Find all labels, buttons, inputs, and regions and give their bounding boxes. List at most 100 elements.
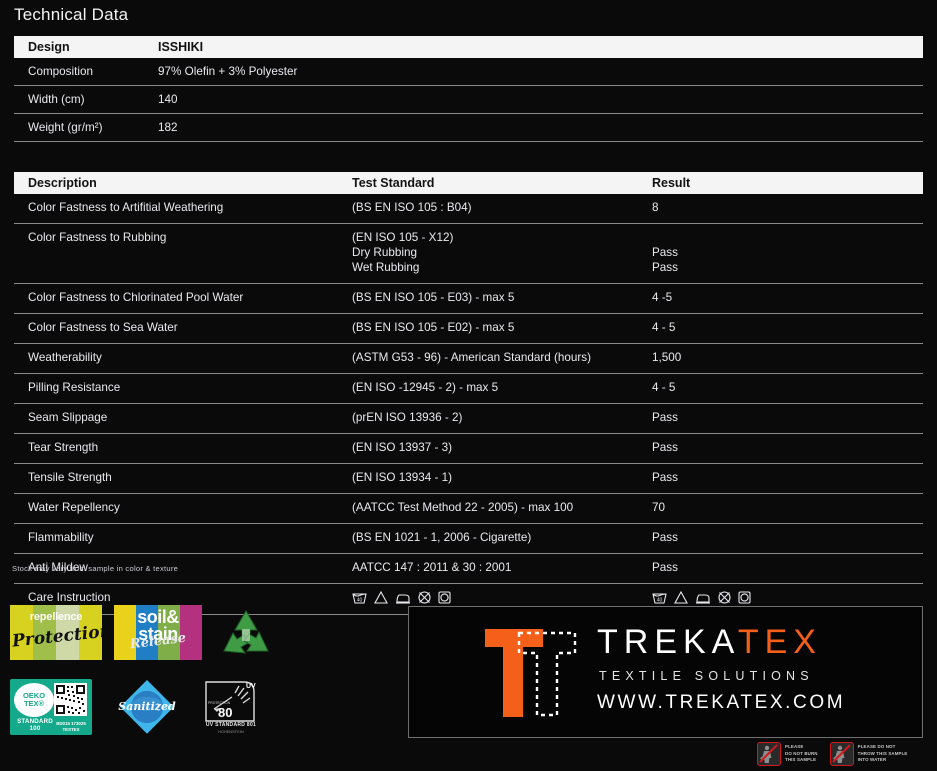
wash-40-icon: 40 [352,591,367,604]
svg-text:Sanitized: Sanitized [118,700,176,713]
test-description: Weatherability [28,350,102,364]
trekatex-logo-mark [481,625,581,721]
test-table-row: Water Repellency (AATCC Test Method 22 - … [14,493,923,524]
test-description: Color Fastness to Chlorinated Pool Water [28,290,244,304]
test-standard: (EN ISO 13934 - 1) [352,470,453,484]
svg-text:40: 40 [657,597,663,603]
test-result: 4 -5 [652,290,673,304]
brand-name-light: TREKA [597,623,738,661]
spec-table-header-row: Design ISSHIKI [14,36,923,58]
test-standard: (EN ISO 105 - X12) Dry Rubbing Wet Rubbi… [352,230,454,274]
do-not-throw-in-water-warning: PLEASE DO NOT THROW THIS SAMPLE INTO WAT… [829,742,908,766]
test-table-row: Color Fastness to Artifitial Weathering (… [14,194,923,224]
test-result: 4 - 5 [652,380,676,394]
do-not-dryclean-icon [418,591,431,604]
col-header-result: Result [652,176,691,190]
test-result: Pass [652,560,678,574]
test-description: Seam Slippage [28,410,108,424]
wash-40-icon: 40 [652,591,667,604]
test-table-header-row: Description Test Standard Result [14,172,923,194]
bleach-triangle-icon [674,590,688,604]
uv-standard-logo: 80 PROTECTION UV UV STANDARD 801 HOHENST… [202,679,260,735]
repellence-label: repellence [29,611,83,623]
test-result: Pass [652,530,678,544]
qr-code-icon [54,683,87,716]
test-standard: (BS EN ISO 105 : B04) [352,201,472,214]
oeko-code-text: BD015 173025 TESTEX [56,721,86,732]
oeko-standard-text: STANDARD 100 [17,717,53,732]
test-result: Pass Pass [652,245,678,274]
iron-icon [695,591,711,604]
test-result: 4 - 5 [652,320,676,334]
test-description: Color Fastness to Artifitial Weathering [28,201,224,214]
uv-standard-subcaption: HOHENSTEIN [218,730,244,734]
test-table-row: Tensile Strength (EN ISO 13934 - 1) Pass [14,463,923,494]
sanitized-logo: Sanitized [114,678,180,736]
test-standard: AATCC 147 : 2011 & 30 : 2001 [352,560,512,574]
test-standard: (AATCC Test Method 22 - 2005) - max 100 [352,500,574,514]
test-standard: (BS EN 1021 - 1, 2006 - Cigarette) [352,530,532,544]
do-not-dryclean-icon [718,591,731,604]
svg-text:PROTECTION: PROTECTION [208,701,231,705]
test-table-row: Tear Strength (EN ISO 13937 - 3) Pass [14,433,923,464]
test-description: Color Fastness to Rubbing [28,230,167,244]
spec-row-value: 140 [158,93,178,106]
svg-text:80: 80 [218,705,232,720]
test-table-row: Color Fastness to Sea Water (BS EN ISO 10… [14,313,923,344]
test-result: 8 [652,201,659,214]
spec-row-label: Weight (gr/m²) [28,121,103,134]
test-table-row: Color Fastness to Rubbing (EN ISO 105 - X… [14,223,923,284]
do-not-burn-warning: PLEASE DO NOT BURN THIS SAMPLE [757,742,818,766]
soil-stain-release-logo: soil& stain Release [114,605,202,660]
brand-name-accent: TEX [737,623,822,661]
spec-row-value: 97% Olefin + 3% Polyester [158,65,298,78]
test-description: Tear Strength [28,440,99,454]
care-symbols-standard: 40 [352,590,451,604]
test-standard: (ASTM G53 - 96) - American Standard (hou… [352,350,592,364]
test-result: 1,500 [652,350,682,364]
tumble-dry-icon [738,591,751,604]
col-header-standard: Test Standard [352,176,435,190]
oeko-tex-badge: OEKO TEX® [14,683,54,717]
prohibition-icon [757,742,781,766]
svg-text:40: 40 [357,597,363,603]
test-results-table: Description Test Standard Result Color F… [14,172,923,615]
uv-standard-caption: UV STANDARD 801 [205,722,257,728]
disclaimer-note: Stock may vary from sample in color & te… [12,564,179,573]
test-description: Water Repellency [28,500,120,514]
technical-data-sheet: Technical Data Design ISSHIKI Compositio… [0,0,937,771]
tex-label: TEX® [23,699,45,708]
certification-logos: repellence Protection soil& stain Releas… [10,605,276,736]
brand-website[interactable]: WWW.TREKATEX.COM [597,692,845,714]
test-table-row: Weatherability (ASTM G53 - 96) - American… [14,343,923,374]
care-instruction-label: Care Instruction [28,590,111,604]
test-description: Pilling Resistance [28,380,121,394]
col-header-description: Description [28,176,97,190]
brand-name: TREKATEX [597,625,822,659]
brand-panel: TREKATEX TEXTILE SOLUTIONS WWW.TREKATEX.… [408,606,923,738]
spec-table-row: Weight (gr/m²) 182 [14,114,923,142]
iron-icon [395,591,411,604]
spec-header-label: Design [28,40,70,54]
test-table-row: Seam Slippage (prEN ISO 13936 - 2) Pass [14,403,923,434]
repellence-protection-logo: repellence Protection [10,605,102,660]
tumble-dry-icon [438,591,451,604]
test-standard: (prEN ISO 13936 - 2) [352,410,463,424]
test-result: Pass [652,470,678,484]
oeko-tex-logo: OEKO TEX® STANDARD 100 BD015 173025 TEST… [10,679,92,735]
test-table-row: Flammability (BS EN 1021 - 1, 2006 - Ciga… [14,523,923,554]
sample-handling-warnings: PLEASE DO NOT BURN THIS SAMPLE PLEASE DO … [757,742,908,766]
recycle-logo [216,605,276,660]
spec-row-label: Width (cm) [28,93,85,106]
specification-table: Design ISSHIKI Composition 97% Olefin + 3… [14,36,923,142]
test-table-row: Color Fastness to Chlorinated Pool Water… [14,283,923,314]
test-standard: (BS EN ISO 105 - E03) - max 5 [352,290,515,304]
test-result: Pass [652,440,678,454]
test-description: Flammability [28,530,94,544]
spec-row-label: Composition [28,65,93,78]
test-standard: (EN ISO 13937 - 3) [352,440,453,454]
spec-table-row: Composition 97% Olefin + 3% Polyester [14,58,923,86]
brand-tagline: TEXTILE SOLUTIONS [599,669,814,683]
care-symbols-result: 40 [652,590,751,604]
test-table-row: Pilling Resistance (EN ISO -12945 - 2) - … [14,373,923,404]
